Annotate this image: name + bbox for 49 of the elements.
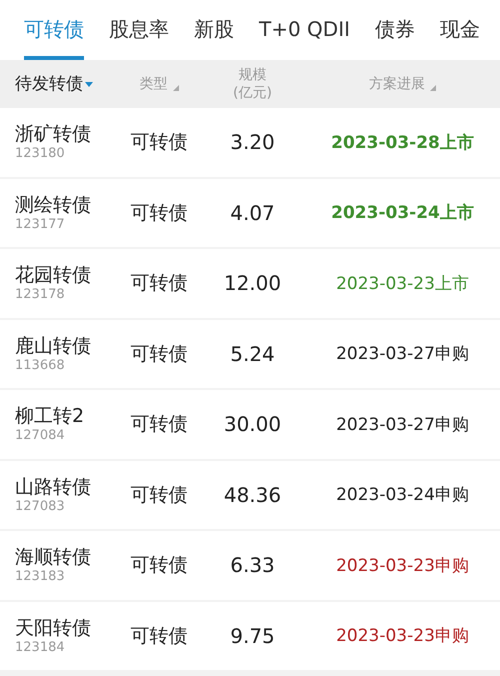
bond-name: 柳工转2 bbox=[15, 404, 86, 428]
bond-scale: 9.75 bbox=[230, 624, 275, 648]
bond-scale: 3.20 bbox=[230, 130, 275, 154]
bond-name: 花园转债 bbox=[15, 263, 92, 288]
progress-status: 2023-03-28上市 bbox=[331, 132, 474, 154]
bond-name: 浙矿转债 bbox=[15, 122, 92, 146]
progress-status: 2023-03-27申购 bbox=[336, 343, 469, 366]
bond-scale: 12.00 bbox=[224, 271, 282, 296]
tab[interactable]: 债券 bbox=[375, 0, 415, 60]
bond-code: 123178 bbox=[15, 287, 66, 304]
bond-code: 127083 bbox=[15, 498, 66, 515]
bond-name: 鹿山转债 bbox=[15, 334, 92, 358]
bond-code: 123177 bbox=[15, 216, 66, 233]
tab[interactable]: 现金 bbox=[440, 0, 480, 60]
bond-code: 123180 bbox=[15, 146, 66, 162]
bond-code: 127084 bbox=[15, 428, 66, 444]
tab[interactable]: 股息率 bbox=[109, 0, 169, 60]
sort-icon[interactable] bbox=[430, 85, 436, 91]
tab[interactable]: T+0 QDII bbox=[259, 0, 350, 60]
progress-status: 2023-03-23申购 bbox=[336, 554, 469, 577]
bond-code: 123184 bbox=[15, 640, 66, 656]
bond-type: 可转债 bbox=[130, 342, 188, 367]
bond-scale: 30.00 bbox=[224, 412, 282, 436]
sort-icon[interactable] bbox=[172, 85, 178, 91]
bond-scale: 48.36 bbox=[224, 482, 282, 507]
bond-name: 测绘转债 bbox=[15, 192, 92, 217]
bond-code: 113668 bbox=[15, 358, 66, 374]
bond-scale: 5.24 bbox=[230, 342, 275, 366]
bond-scale: 4.07 bbox=[230, 200, 275, 225]
bond-type: 可转债 bbox=[130, 553, 188, 578]
bond-scale: 6.33 bbox=[230, 553, 275, 578]
progress-status: 2023-03-23上市 bbox=[336, 272, 469, 295]
bond-type: 可转债 bbox=[130, 482, 188, 508]
bond-code: 123183 bbox=[15, 569, 66, 586]
bond-type: 可转债 bbox=[130, 412, 188, 438]
progress-status: 2023-03-24申购 bbox=[336, 484, 469, 506]
bond-name: 海顺转债 bbox=[15, 545, 92, 570]
tab[interactable]: 新股 bbox=[194, 0, 234, 60]
bond-type: 可转债 bbox=[130, 200, 188, 226]
bond-name: 山路转债 bbox=[15, 474, 92, 499]
bond-type: 可转债 bbox=[130, 271, 188, 296]
bond-type: 可转债 bbox=[130, 130, 188, 156]
progress-status: 2023-03-23申购 bbox=[336, 625, 469, 648]
progress-status: 2023-03-24上市 bbox=[331, 202, 474, 224]
column-header[interactable]: 待发转债 bbox=[15, 75, 83, 93]
dropdown-caret-icon[interactable] bbox=[85, 82, 93, 86]
bond-type: 可转债 bbox=[130, 624, 188, 649]
progress-status: 2023-03-27申购 bbox=[336, 414, 469, 436]
bond-name: 天阳转债 bbox=[15, 616, 92, 640]
